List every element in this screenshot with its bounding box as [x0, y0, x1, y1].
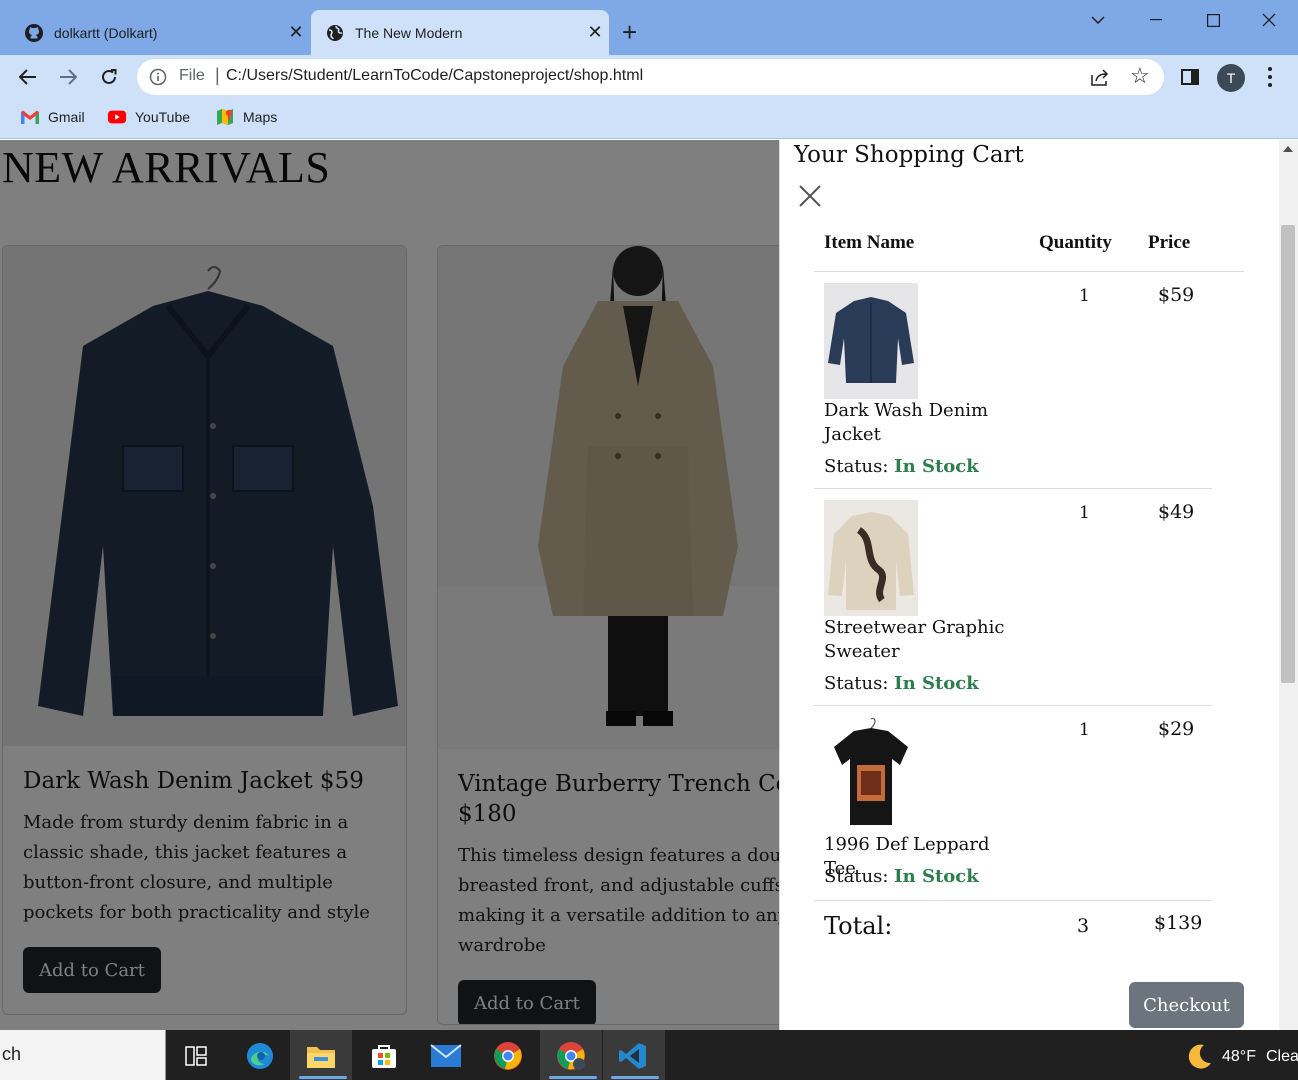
url-separator: | — [215, 65, 220, 85]
browser-menu-icon[interactable] — [1262, 65, 1278, 89]
weather-condition: Clea — [1265, 1048, 1298, 1065]
browser-toolbar: File | C:/Users/Student/LearnToCode/Caps… — [0, 55, 1298, 99]
row-divider — [814, 488, 1212, 489]
address-bar[interactable]: File | C:/Users/Student/LearnToCode/Caps… — [137, 59, 1164, 95]
bookmarks-bar: Gmail YouTube Maps — [0, 99, 1298, 139]
cart-item-price: $59 — [1158, 284, 1195, 306]
url-scheme-label: File — [179, 67, 205, 84]
cart-item-quantity: 1 — [1079, 503, 1090, 523]
tab-github[interactable]: dolkartt (Dolkart) ✕ — [10, 10, 310, 55]
share-icon[interactable] — [1089, 67, 1111, 87]
cart-item-status: Status: In Stock — [824, 456, 979, 477]
maps-icon — [215, 108, 235, 126]
file-explorer-icon[interactable] — [303, 1038, 339, 1074]
vscode-icon[interactable] — [615, 1038, 651, 1074]
taskbar-search-input[interactable]: ch — [0, 1030, 166, 1080]
row-divider — [814, 900, 1212, 901]
tab-close-icon[interactable]: ✕ — [282, 22, 310, 43]
moon-icon — [1184, 1042, 1214, 1072]
github-icon — [24, 23, 44, 43]
close-icon[interactable] — [796, 182, 824, 210]
tab-title: The New Modern — [355, 24, 463, 41]
status-label: Status: — [824, 456, 889, 477]
scroll-up-arrow-icon[interactable] — [1283, 146, 1293, 152]
mail-icon[interactable] — [428, 1038, 464, 1074]
microsoft-store-icon[interactable] — [366, 1038, 402, 1074]
new-tab-button[interactable]: + — [622, 18, 637, 46]
minimize-icon[interactable] — [1138, 8, 1174, 32]
edge-icon[interactable] — [242, 1038, 278, 1074]
cart-item-thumbnail — [824, 500, 918, 616]
scrollbar-thumb[interactable] — [1281, 225, 1295, 683]
tab-the-new-modern[interactable]: The New Modern ✕ — [311, 10, 609, 55]
active-indicator — [611, 1076, 659, 1079]
task-view-icon[interactable] — [178, 1038, 214, 1074]
bookmark-star-icon[interactable]: ☆ — [1130, 64, 1150, 88]
bookmark-gmail[interactable]: Gmail — [20, 108, 85, 126]
profile-avatar[interactable]: T — [1217, 64, 1245, 92]
column-header-item-name: Item Name — [824, 232, 915, 253]
close-window-icon[interactable] — [1251, 8, 1287, 32]
bookmark-label: Gmail — [48, 109, 85, 125]
cart-item-status: Status: In Stock — [824, 673, 979, 694]
cart-item-price: $49 — [1158, 501, 1195, 523]
gmail-icon — [20, 108, 40, 126]
status-label: Status: — [824, 866, 889, 887]
tab-title: dolkartt (Dolkart) — [54, 24, 158, 41]
row-divider — [814, 705, 1212, 706]
total-quantity: 3 — [1077, 915, 1090, 937]
cart-item-name: Streetwear Graphic — [824, 617, 1005, 638]
youtube-icon — [107, 108, 127, 126]
bookmark-label: YouTube — [135, 109, 191, 125]
forward-arrow-icon[interactable] — [54, 63, 82, 91]
side-panel-icon[interactable] — [1180, 67, 1200, 87]
status-in-stock: In Stock — [894, 866, 979, 887]
column-header-quantity: Quantity — [1039, 232, 1112, 253]
shopping-cart-panel: Your Shopping Cart Item Name Quantity Pr… — [779, 140, 1279, 1030]
weather-widget[interactable]: 48°F Clea — [1184, 1042, 1298, 1072]
active-indicator — [549, 1076, 597, 1079]
maximize-icon[interactable] — [1195, 8, 1231, 32]
tab-search-chevron-icon[interactable] — [1080, 8, 1116, 32]
chrome-icon[interactable] — [490, 1038, 526, 1074]
checkout-button[interactable]: Checkout — [1129, 982, 1244, 1028]
cart-title: Your Shopping Cart — [794, 142, 1024, 168]
bookmark-youtube[interactable]: YouTube — [107, 108, 190, 126]
page-content: NEW ARRIVALS Dark Wash Denim Jacket $59 … — [0, 140, 1298, 1030]
url-text[interactable]: C:/Users/Student/LearnToCode/Capstonepro… — [226, 67, 643, 85]
chrome-profile-icon[interactable] — [553, 1038, 589, 1074]
status-in-stock: In Stock — [894, 456, 979, 477]
tab-strip: dolkartt (Dolkart) ✕ The New Modern ✕ + — [0, 0, 1298, 55]
reload-icon[interactable] — [95, 63, 123, 91]
cart-item-quantity: 1 — [1079, 720, 1090, 740]
back-arrow-icon[interactable] — [14, 63, 42, 91]
modal-backdrop[interactable] — [0, 140, 779, 1030]
cart-item-name: Jacket — [824, 424, 881, 445]
active-indicator — [299, 1076, 347, 1079]
page-scrollbar[interactable] — [1279, 140, 1298, 1030]
total-price: $139 — [1154, 912, 1203, 934]
cart-item-name: Dark Wash Denim — [824, 400, 989, 421]
cart-item-status: Status: In Stock — [824, 866, 979, 887]
windows-taskbar: ch 48°F Clea — [0, 1030, 1298, 1080]
bookmark-label: Maps — [243, 109, 278, 125]
status-label: Status: — [824, 673, 889, 694]
info-icon[interactable] — [149, 68, 167, 86]
cart-item-thumbnail — [824, 283, 918, 399]
cart-item-thumbnail — [824, 717, 918, 833]
weather-temperature: 48°F — [1222, 1048, 1256, 1065]
cart-item-price: $29 — [1158, 718, 1195, 740]
cart-item-quantity: 1 — [1079, 286, 1090, 306]
tab-close-icon[interactable]: ✕ — [581, 22, 609, 43]
status-in-stock: In Stock — [894, 673, 979, 694]
column-header-price: Price — [1148, 232, 1191, 253]
header-divider — [814, 271, 1244, 272]
globe-icon — [325, 23, 345, 43]
total-label: Total: — [824, 912, 893, 940]
bookmark-maps[interactable]: Maps — [215, 108, 277, 126]
cart-item-name: Sweater — [824, 641, 900, 662]
